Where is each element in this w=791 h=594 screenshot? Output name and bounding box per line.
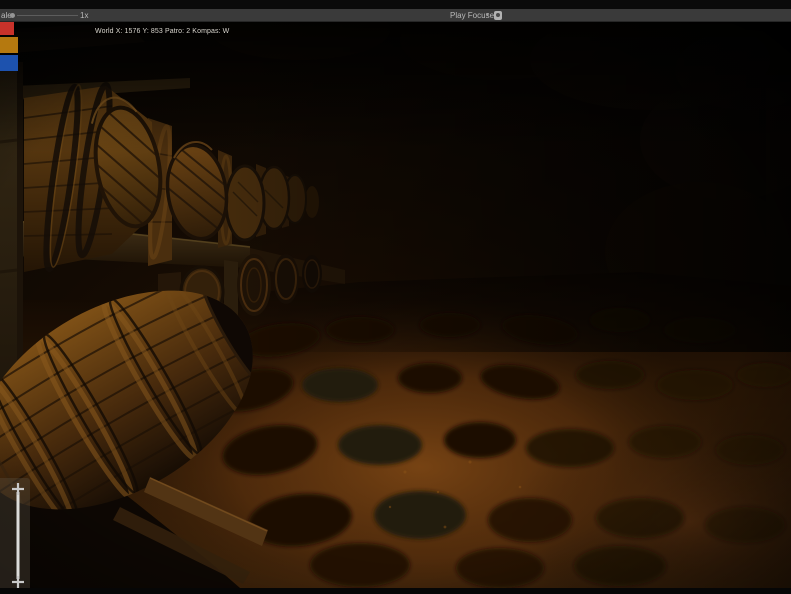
zoom-slider-panel xyxy=(0,478,30,588)
scale-slider-handle[interactable] xyxy=(10,13,15,18)
hud-status-text: World X: 1576 Y: 853 Patro: 2 Kompas: W xyxy=(95,28,229,35)
slider-handle-bottom[interactable] xyxy=(12,576,24,588)
hud-bar-red xyxy=(0,22,14,35)
slider-handle-top[interactable] xyxy=(12,483,24,495)
chevron-down-icon[interactable]: ▾ xyxy=(486,10,489,21)
play-focused-dropdown[interactable]: Play Focused xyxy=(450,10,498,21)
camera-icon[interactable] xyxy=(494,11,502,20)
hud-bar-amber xyxy=(0,37,18,53)
cellar-scene xyxy=(0,22,791,588)
bottom-letterbox xyxy=(0,588,791,594)
scale-value: 1x xyxy=(80,10,88,21)
hud-bar-blue xyxy=(0,55,18,71)
shadow-overlays xyxy=(0,22,791,588)
scale-slider-track[interactable] xyxy=(17,15,78,16)
vertical-slider[interactable] xyxy=(0,478,30,588)
game-view-toolbar: ale 1x Play Focused ▾ xyxy=(0,9,791,22)
top-letterbox xyxy=(0,0,791,9)
game-viewport[interactable] xyxy=(0,22,791,588)
